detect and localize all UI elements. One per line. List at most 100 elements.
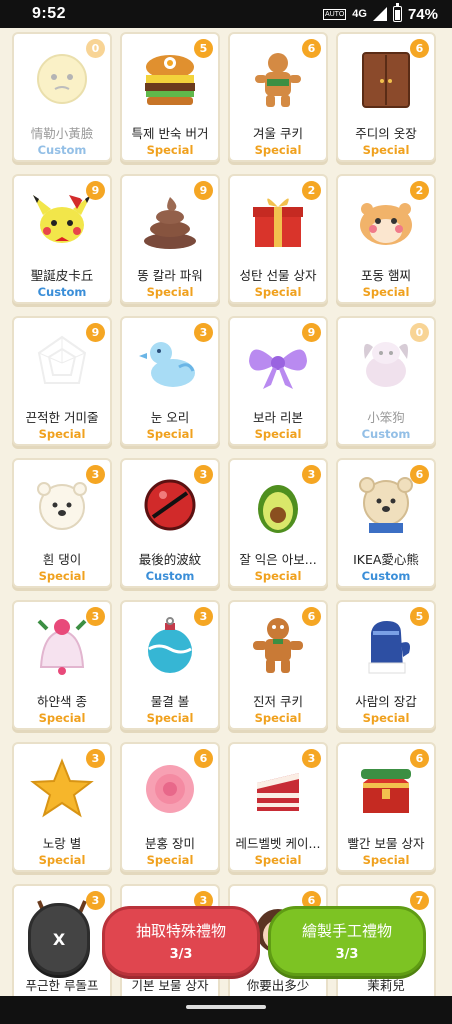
gift-card[interactable]: 3 잘 익은 아보... Special [228,458,328,588]
gift-type: Special [362,143,410,157]
battery-percent: 74% [407,5,438,23]
gift-grid: 0 情勒小黃臉 Custom 5 특제 반숙 버거 Special 6 겨울 쿠키 Specia… [12,32,442,1014]
battery-icon [392,3,402,22]
gift-name: 小笨狗 [367,410,405,425]
home-indicator[interactable] [186,1005,266,1009]
gift-name: 最後的波紋 [138,552,202,567]
count-badge: 6 [194,749,213,768]
count-badge: 3 [194,323,213,342]
gift-type: Special [254,569,302,583]
count-badge: 9 [86,181,105,200]
gift-card[interactable]: 3 노랑 별 Special [12,742,112,872]
gift-type: Special [254,427,302,441]
gift-name: IKEA愛心熊 [353,552,419,567]
gift-type: Special [38,853,86,867]
gift-type: Special [146,711,194,725]
gift-card[interactable]: 3 물결 볼 Special [120,600,220,730]
count-badge: 9 [194,181,213,200]
gift-card[interactable]: 9 똥 칼라 파워 Special [120,174,220,304]
count-badge: 3 [86,607,105,626]
count-badge: 3 [194,465,213,484]
count-badge: 0 [86,39,105,58]
gift-name: 你要出多少 [246,978,310,993]
gift-card[interactable]: 9 聖誕皮卡丘 Custom [12,174,112,304]
count-badge: 5 [194,39,213,58]
draw-special-title: 抽取特殊禮物 [135,922,226,940]
count-badge: 3 [302,749,321,768]
gift-type: Custom [37,143,87,157]
gift-name: 聖誕皮卡丘 [30,268,94,283]
draw-craft-title: 繪製手工禮物 [301,922,392,940]
draw-craft-gift-button[interactable]: 繪製手工禮物 3/3 [268,906,426,976]
gift-card[interactable]: 6 겨울 쿠키 Special [228,32,328,162]
count-badge: 6 [410,465,429,484]
gift-card[interactable]: 9 보라 리본 Special [228,316,328,446]
gift-type: Special [254,853,302,867]
gift-card[interactable]: 0 情勒小黃臉 Custom [12,32,112,162]
count-badge: 6 [410,39,429,58]
gift-type: Special [146,285,194,299]
gift-type: Special [254,285,302,299]
gift-type: Special [38,427,86,441]
gift-card[interactable]: 3 레드벨벳 케이... Special [228,742,328,872]
gift-name: 주디의 옷장 [355,126,417,141]
gift-type: Special [38,711,86,725]
gift-card[interactable]: 6 분홍 장미 Special [120,742,220,872]
count-badge: 3 [302,465,321,484]
gift-name: 노랑 별 [42,836,82,851]
draw-special-count: 3/3 [169,947,193,962]
count-badge: 3 [194,607,213,626]
status-time: 9:52 [32,5,67,22]
gift-name: 물결 볼 [150,694,190,709]
signal-icon [372,7,387,21]
gift-card[interactable]: 5 사람의 장갑 Special [336,600,436,730]
count-badge: 3 [86,891,105,910]
gift-type: Special [254,143,302,157]
gift-card[interactable]: 3 눈 오리 Special [120,316,220,446]
close-button[interactable]: X [28,903,90,975]
count-badge: 6 [302,607,321,626]
gift-name: 茉莉兒 [367,978,405,993]
count-badge: 9 [302,323,321,342]
gift-name: 푸근한 루돌프 [25,978,99,993]
gift-card[interactable]: 3 最後的波紋 Custom [120,458,220,588]
gift-name: 빨간 보물 상자 [347,836,425,851]
gift-card[interactable]: 6 진저 쿠키 Special [228,600,328,730]
gift-name: 포동 햄찌 [361,268,411,283]
gift-name: 잘 익은 아보... [239,552,317,567]
gift-name: 흰 댕이 [42,552,82,567]
draw-special-gift-button[interactable]: 抽取特殊禮物 3/3 [102,906,260,976]
gift-card[interactable]: 5 특제 반숙 버거 Special [120,32,220,162]
gift-type: Special [146,143,194,157]
status-indicators: AUTO 4G 74% [322,3,438,23]
gift-card[interactable]: 6 주디의 옷장 Special [336,32,436,162]
gift-name: 하얀색 종 [37,694,87,709]
gift-name: 눈 오리 [150,410,190,425]
count-badge: 2 [410,181,429,200]
gift-name: 분홍 장미 [145,836,195,851]
gift-card[interactable]: 2 성탄 선물 상자 Special [228,174,328,304]
gift-name: 기본 보물 상자 [131,978,209,993]
gift-type: Special [146,427,194,441]
count-badge: 3 [86,749,105,768]
gift-type: Special [362,285,410,299]
gift-card[interactable]: 3 흰 댕이 Special [12,458,112,588]
gift-card[interactable]: 6 IKEA愛心熊 Custom [336,458,436,588]
gift-name: 사람의 장갑 [355,694,417,709]
gift-card[interactable]: 3 하얀색 종 Special [12,600,112,730]
gift-type: Special [362,711,410,725]
auto-brightness-icon: AUTO [322,8,347,20]
gift-name: 똥 칼라 파워 [137,268,203,283]
network-type: 4G [352,8,367,20]
gift-card[interactable]: 2 포동 햄찌 Special [336,174,436,304]
draw-craft-count: 3/3 [335,947,359,962]
gift-card[interactable]: 0 小笨狗 Custom [336,316,436,446]
gift-type: Special [38,569,86,583]
count-badge: 3 [86,465,105,484]
gift-type: Custom [145,569,195,583]
count-badge: 5 [410,607,429,626]
count-badge: 9 [86,323,105,342]
gift-card[interactable]: 6 빨간 보물 상자 Special [336,742,436,872]
gift-card[interactable]: 9 끈적한 거미줄 Special [12,316,112,446]
gift-name: 레드벨벳 케이... [235,836,321,851]
